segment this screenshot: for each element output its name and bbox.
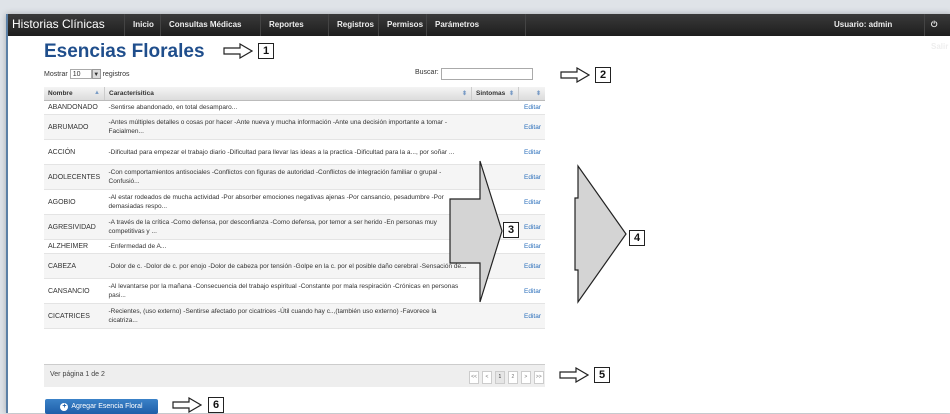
cell-characteristic: -A través de la crítica -Como defensa, p…	[104, 214, 472, 240]
cell-name: ACCIÓN	[44, 139, 105, 165]
edit-link[interactable]: Editar	[518, 100, 545, 115]
column-header-name[interactable]: Nombre ▲	[44, 87, 105, 101]
cell-characteristic: -Al levantarse por la mañana -Consecuenc…	[104, 278, 472, 304]
pager-next-button[interactable]: >	[520, 371, 531, 384]
callout-arrow-2	[560, 67, 590, 83]
cell-name: ABANDONADO	[44, 100, 105, 115]
callout-1: 1	[258, 43, 274, 59]
cell-name: CICATRICES	[44, 303, 105, 329]
cell-name: CANSANCIO	[44, 278, 105, 304]
pager-prev-button[interactable]: <	[481, 371, 492, 384]
cell-characteristic: -Dificultad para empezar el trabajo diar…	[104, 139, 472, 165]
edit-link[interactable]: Editar	[518, 239, 545, 254]
nav-item-parametros[interactable]: Parámetros	[426, 14, 526, 36]
sort-icon: ⬍	[461, 91, 467, 97]
table-footer: Ver página 1 de 2 << < 1 2 > >>	[44, 364, 545, 387]
add-flower-essence-button[interactable]: + Agregar Esencia Floral	[45, 399, 158, 414]
pager-page-1[interactable]: 1	[494, 371, 505, 384]
add-button-label: Agregar Esencia Floral	[71, 403, 143, 410]
nav-item-consultas[interactable]: Consultas Médicas	[160, 14, 249, 36]
callout-5: 5	[594, 367, 610, 383]
app-window: Historias Clínicas Inicio Consultas Médi…	[6, 14, 950, 414]
cell-name: ADOLECENTES	[44, 164, 105, 190]
cell-name: ABRUMADO	[44, 114, 105, 140]
top-navbar: Historias Clínicas Inicio Consultas Médi…	[8, 14, 950, 51]
page-size-control: Mostrar 10 ▼ registros	[44, 69, 129, 79]
cell-characteristic: -Dolor de c. -Dolor de c. por enojo -Dol…	[104, 253, 472, 279]
callout-3: 3	[503, 222, 519, 238]
cell-name: AGOBIO	[44, 189, 105, 215]
cell-name: AGRESIVIDAD	[44, 214, 105, 240]
nav-item-permisos[interactable]: Permisos	[378, 14, 431, 36]
pager-page-2[interactable]: 2	[507, 371, 518, 384]
nav-item-inicio[interactable]: Inicio	[124, 14, 162, 36]
plus-icon: +	[60, 403, 69, 411]
edit-link[interactable]: Editar	[518, 214, 545, 240]
logout-link[interactable]: ⏻ Salir	[924, 14, 950, 51]
cell-characteristic: -Antes múltiples detalles o cosas por ha…	[104, 114, 472, 140]
column-header-characteristic[interactable]: Caracterísitica ⬍	[104, 87, 472, 101]
callout-arrow-4	[574, 164, 627, 304]
logout-icon: ⏻	[931, 20, 938, 29]
edit-link[interactable]: Editar	[518, 139, 545, 165]
pager-first-button[interactable]: <<	[469, 371, 479, 384]
callout-arrow-6	[172, 397, 202, 413]
sort-asc-icon: ▲	[94, 90, 100, 96]
table-row: ABANDONADO -Sentirse abandonado, en total…	[44, 100, 545, 115]
show-label: Mostrar	[44, 70, 68, 78]
cell-characteristic: -Con comportamientos antisociales -Confl…	[104, 164, 472, 190]
records-label: registros	[102, 70, 130, 78]
nav-item-reportes[interactable]: Reportes	[260, 14, 312, 36]
app-brand[interactable]: Historias Clínicas	[12, 17, 105, 31]
cell-name: ALZHEIMER	[44, 239, 105, 254]
edit-link[interactable]: Editar	[518, 114, 545, 140]
pager-last-button[interactable]: >>	[533, 371, 544, 384]
page-info: Ver página 1 de 2	[50, 371, 105, 378]
column-header-actions[interactable]: ⬍	[518, 87, 545, 101]
cell-characteristic: -Recientes, (uso externo) -Sentirse afec…	[104, 303, 472, 329]
cell-symptoms	[471, 303, 519, 329]
cell-symptoms	[471, 114, 519, 140]
callout-arrow-3	[449, 160, 503, 303]
callout-4: 4	[629, 230, 645, 246]
callout-6: 6	[208, 397, 224, 413]
column-header-symptoms[interactable]: Sintomas ⬍	[471, 87, 519, 101]
cell-characteristic: -Sentirse abandonado, en total desamparo…	[104, 100, 472, 115]
edit-link[interactable]: Editar	[518, 253, 545, 279]
cell-characteristic: -Al estar rodeados de mucha actividad -P…	[104, 189, 472, 215]
edit-link[interactable]: Editar	[518, 189, 545, 215]
search-label: Buscar:	[415, 69, 439, 76]
edit-link[interactable]: Editar	[518, 303, 545, 329]
pagination: << < 1 2 > >>	[468, 371, 544, 384]
sort-icon: ⬍	[535, 91, 541, 97]
search-input[interactable]	[441, 68, 533, 80]
chevron-down-icon[interactable]: ▼	[91, 69, 101, 79]
callout-arrow-1	[223, 43, 253, 59]
callout-arrow-5	[559, 367, 589, 383]
table-row: CICATRICES -Recientes, (uso externo) -Sen…	[44, 303, 545, 329]
cell-symptoms	[471, 100, 519, 115]
page-title: Esencias Florales	[44, 41, 205, 62]
sort-icon: ⬍	[508, 91, 514, 97]
table-row: ABRUMADO -Antes múltiples detalles o cosa…	[44, 114, 545, 140]
edit-link[interactable]: Editar	[518, 164, 545, 190]
edit-link[interactable]: Editar	[518, 278, 545, 304]
callout-2: 2	[595, 67, 611, 83]
page-size-select[interactable]: 10	[69, 69, 92, 79]
cell-characteristic: -Enfermedad de A...	[104, 239, 472, 254]
user-label: Usuario: admin	[834, 20, 893, 29]
nav-item-registros[interactable]: Registros	[328, 14, 382, 36]
cell-name: CABEZA	[44, 253, 105, 279]
logout-label: Salir	[931, 42, 949, 51]
